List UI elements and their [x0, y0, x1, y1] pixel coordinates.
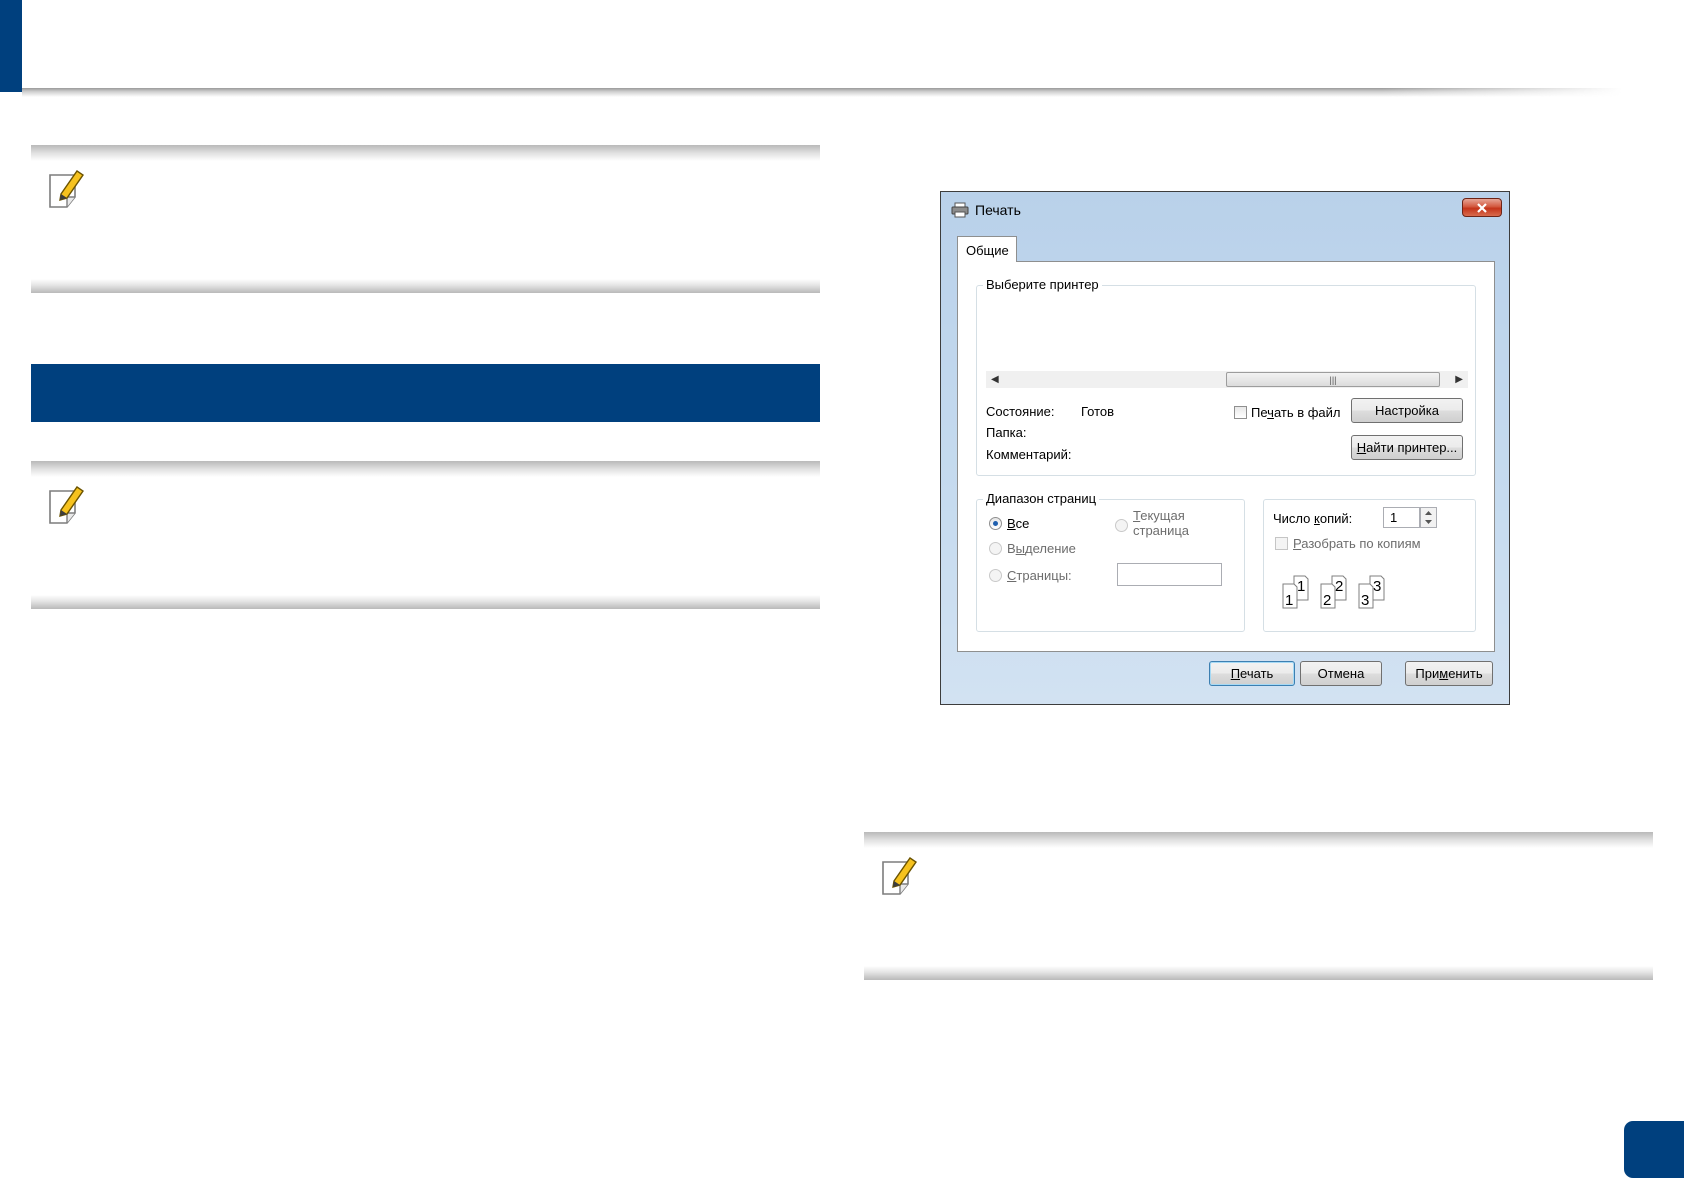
dialog-titlebar: Печать [951, 198, 1021, 222]
status-value: Готов [1081, 404, 1115, 419]
radio-current-label-line1[interactable]: Текущая [1133, 508, 1185, 523]
page-range-label: Диапазон страниц [983, 491, 1100, 506]
svg-text:3: 3 [1361, 592, 1369, 609]
note-box-1 [31, 145, 820, 293]
collate-label[interactable]: Разобрать по копиям [1293, 536, 1421, 551]
note-top-bar [864, 832, 1653, 848]
radio-current-page[interactable] [1115, 519, 1128, 532]
note-box-3 [864, 832, 1653, 980]
close-button[interactable] [1462, 198, 1502, 217]
find-printer-button[interactable]: Найти принтер... [1351, 435, 1463, 460]
copies-spinner[interactable] [1420, 507, 1437, 528]
collate-pages-icon: 1 1 2 2 3 3 [1282, 575, 1385, 609]
note-box-2 [31, 461, 820, 609]
note-bottom-bar [31, 279, 820, 293]
note-pencil-icon [49, 486, 84, 524]
apply-button[interactable]: При м енить [1405, 661, 1493, 686]
header-divider [22, 88, 1622, 97]
print-dialog: Печать Общие Выберите принтер ◀ ||| ▶ Со… [940, 191, 1510, 705]
page-number-badge [1624, 1121, 1684, 1178]
note-bottom-bar [864, 966, 1653, 980]
print-to-file-label[interactable]: Печать в файл [1251, 405, 1341, 420]
svg-text:2: 2 [1335, 578, 1343, 595]
note-pencil-icon [49, 170, 84, 208]
radio-selection-label[interactable]: Выделение [1007, 541, 1076, 556]
header-accent-bar [0, 0, 22, 92]
tab-panel-general: Выберите принтер ◀ ||| ▶ Состояние: Гото… [957, 261, 1495, 652]
radio-all-label[interactable]: Все [1007, 516, 1029, 531]
grip-icon: ||| [1329, 374, 1337, 385]
folder-label: Папка: [986, 425, 1027, 440]
svg-text:1: 1 [1285, 592, 1293, 609]
printer-list-scrollbar[interactable]: ◀ ||| ▶ [986, 371, 1468, 388]
copies-input[interactable]: 1 [1383, 507, 1420, 528]
settings-button[interactable]: Настройка [1351, 398, 1463, 423]
tab-general[interactable]: Общие [957, 236, 1017, 262]
note-top-bar [31, 461, 820, 477]
cancel-button[interactable]: Отмена [1300, 661, 1382, 686]
print-button[interactable]: Печать [1209, 661, 1295, 686]
collate-checkbox[interactable] [1275, 537, 1288, 550]
section-heading-bar [31, 364, 820, 422]
radio-selection[interactable] [989, 542, 1002, 555]
dialog-title: Печать [975, 202, 1021, 218]
note-top-bar [31, 145, 820, 161]
radio-pages[interactable] [989, 569, 1002, 582]
print-to-file-checkbox[interactable] [1234, 406, 1247, 419]
status-label: Состояние: [986, 404, 1055, 419]
select-printer-label: Выберите принтер [983, 277, 1102, 292]
note-bottom-bar [31, 595, 820, 609]
pages-input[interactable] [1117, 563, 1222, 586]
note-pencil-icon [882, 857, 917, 895]
svg-text:3: 3 [1373, 578, 1381, 595]
spinner-arrows-icon [1425, 511, 1432, 524]
copies-label: Число копий: [1273, 511, 1353, 526]
radio-all[interactable] [989, 517, 1002, 530]
close-icon [1477, 202, 1487, 213]
comment-label: Комментарий: [986, 447, 1072, 462]
scroll-thumb[interactable]: ||| [1226, 372, 1440, 387]
svg-text:2: 2 [1323, 592, 1331, 609]
scroll-left-icon[interactable]: ◀ [991, 374, 999, 385]
printer-icon [951, 202, 969, 218]
scroll-right-icon[interactable]: ▶ [1455, 374, 1463, 385]
svg-text:1: 1 [1297, 578, 1305, 595]
radio-pages-label[interactable]: Страницы: [1007, 568, 1072, 583]
radio-current-label-line2[interactable]: страница [1133, 523, 1189, 538]
